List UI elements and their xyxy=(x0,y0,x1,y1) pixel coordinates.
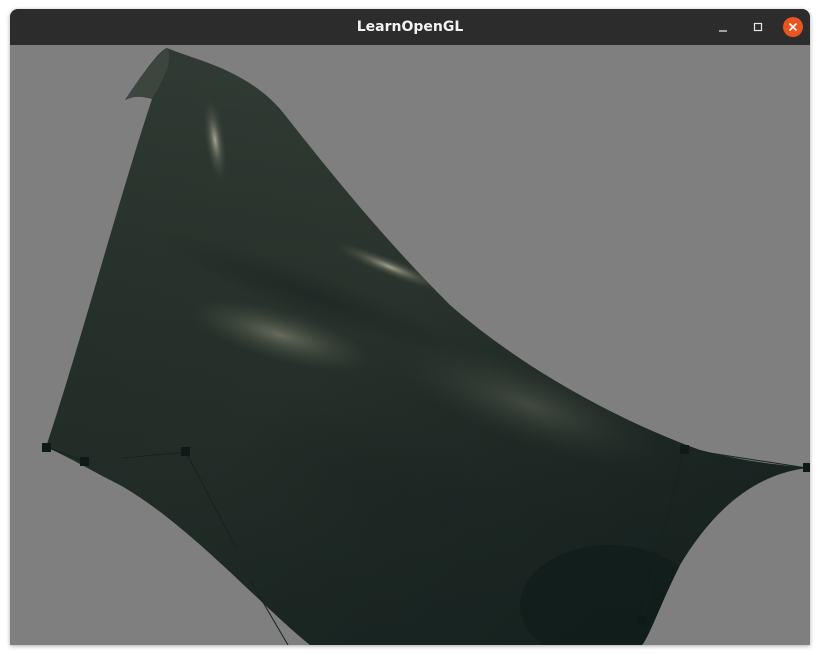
control-point xyxy=(803,463,810,472)
window-title: LearnOpenGL xyxy=(356,19,464,35)
close-icon xyxy=(788,22,798,32)
maximize-icon xyxy=(753,22,763,32)
app-window: LearnOpenGL xyxy=(10,9,810,645)
bezier-surface-render xyxy=(42,48,810,645)
control-point xyxy=(181,447,190,456)
maximize-button[interactable] xyxy=(748,17,768,37)
control-point xyxy=(42,443,51,452)
control-point xyxy=(680,445,689,454)
minimize-icon xyxy=(719,30,727,32)
render-viewport[interactable] xyxy=(10,45,810,645)
surface-mesh xyxy=(46,48,807,645)
control-point xyxy=(80,457,89,466)
title-bar[interactable]: LearnOpenGL xyxy=(10,9,810,46)
control-point xyxy=(638,616,647,625)
minimize-button[interactable] xyxy=(713,17,733,37)
close-button[interactable] xyxy=(783,17,803,37)
